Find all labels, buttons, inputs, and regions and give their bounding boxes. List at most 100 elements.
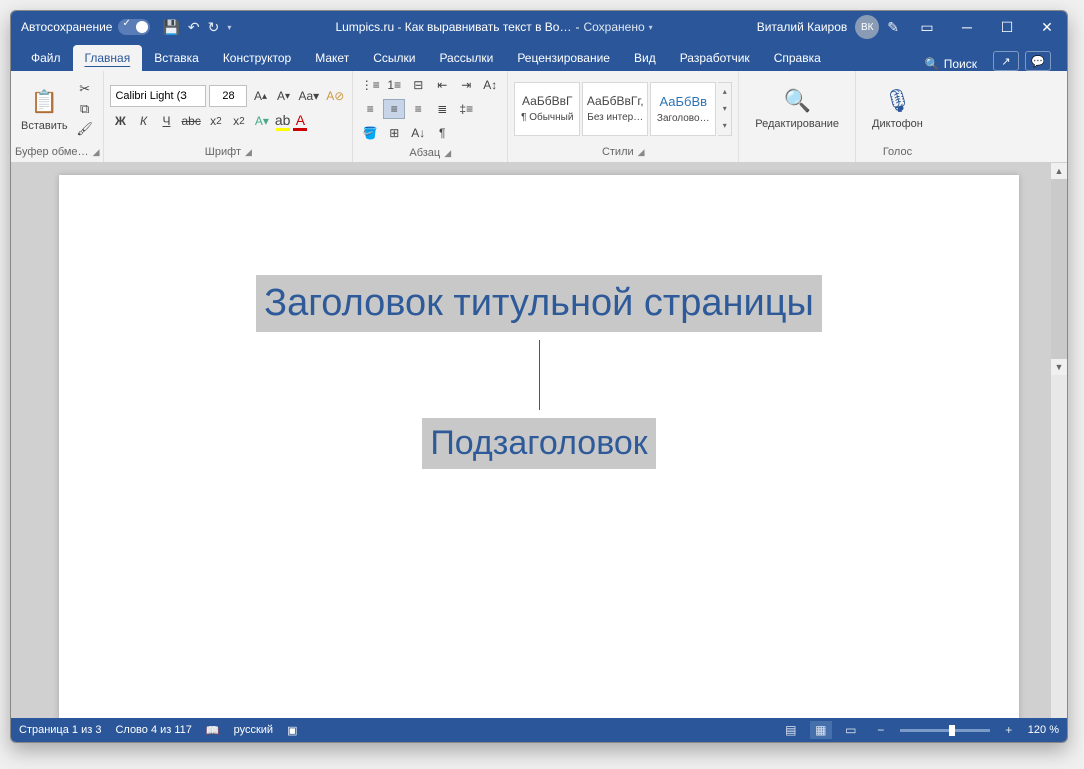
tab-references[interactable]: Ссылки [361,45,427,71]
decrease-indent-icon[interactable]: ⇤ [431,75,453,95]
word-count[interactable]: Слово 4 из 117 [115,724,191,736]
tab-layout[interactable]: Макет [303,45,361,71]
zoom-in-icon[interactable]: + [998,721,1020,739]
format-painter-icon[interactable]: 🖌 [76,121,94,137]
tab-design[interactable]: Конструктор [211,45,303,71]
minimize-button[interactable]: ─ [947,11,987,43]
close-button[interactable]: ✕ [1027,11,1067,43]
maximize-button[interactable]: ☐ [987,11,1027,43]
vertical-scrollbar[interactable]: ▲ ▼ [1051,163,1067,718]
word-window: Автосохранение 💾 ↶ ↻ ▾ Lumpics.ru - Как … [10,10,1068,743]
bullets-icon[interactable]: ⋮≡ [359,75,381,95]
zoom-out-icon[interactable]: − [870,721,892,739]
show-marks-icon[interactable]: ¶ [431,123,453,143]
web-layout-icon[interactable]: ▭ [840,721,862,739]
style-nospacing[interactable]: АаБбВвГг, Без интер… [582,82,648,136]
subscript-icon[interactable]: x2 [206,110,226,132]
ribbon: 📋 Вставить ✂ ⧉ 🖌 Буфер обме…◢ A▴ A▾ Aa▾ … [11,71,1067,163]
avatar[interactable]: ВК [855,15,879,39]
shading-icon[interactable]: 🪣 [359,123,381,143]
autosave-toggle[interactable] [118,19,150,35]
styles-dialog-launcher[interactable]: ◢ [638,147,645,158]
paragraph-sort-icon[interactable]: A↓ [407,123,429,143]
tab-review[interactable]: Рецензирование [505,45,622,71]
tab-developer[interactable]: Разработчик [668,45,762,71]
read-mode-icon[interactable]: ▤ [780,721,802,739]
zoom-level[interactable]: 120 % [1028,724,1059,736]
sort-icon[interactable]: A↕ [479,75,501,95]
style-normal[interactable]: АаБбВвГ ¶ Обычный [514,82,580,136]
mic-icon: 🎙 [883,88,911,114]
user-section[interactable]: Виталий Каиров ВК ✎ [757,15,899,39]
find-icon: 🔍 [783,88,810,114]
bold-button[interactable]: Ж [110,110,130,132]
spellcheck-icon[interactable]: 📖 [206,724,220,737]
strike-button[interactable]: abc [179,110,202,132]
save-icon[interactable]: 💾 [162,19,179,36]
zoom-slider[interactable] [900,729,990,732]
line-spacing-icon[interactable]: ‡≡ [455,99,477,119]
tab-insert[interactable]: Вставка [142,45,211,71]
search[interactable]: 🔍 Поиск [917,57,985,71]
title-dropdown-icon[interactable]: ▾ [649,23,653,32]
document-heading[interactable]: Заголовок титульной страницы [256,275,822,332]
scroll-down-icon[interactable]: ▼ [1051,359,1067,375]
search-icon: 🔍 [925,57,940,71]
page[interactable]: Заголовок титульной страницы Подзаголово… [59,175,1019,718]
print-layout-icon[interactable]: ▦ [810,721,832,739]
highlight-color-icon[interactable]: ab [275,112,291,131]
macro-record-icon[interactable]: ▣ [287,724,297,737]
font-name-select[interactable] [110,85,206,107]
shrink-font-icon[interactable]: A▾ [273,85,293,107]
share-button[interactable]: ↗ [993,51,1019,71]
user-name: Виталий Каиров [757,20,848,34]
search-label: Поиск [944,57,977,71]
draw-icon[interactable]: ✎ [887,19,899,36]
group-editing: 🔍 Редактирование [739,71,856,162]
text-effects-icon[interactable]: A▾ [252,110,272,132]
clipboard-dialog-launcher[interactable]: ◢ [93,147,100,158]
superscript-icon[interactable]: x2 [229,110,249,132]
grow-font-icon[interactable]: A▴ [250,85,270,107]
tab-view[interactable]: Вид [622,45,668,71]
qat-customize-icon[interactable]: ▾ [227,23,231,32]
font-dialog-launcher[interactable]: ◢ [245,147,252,158]
autosave[interactable]: Автосохранение [21,19,150,35]
numbering-icon[interactable]: 1≡ [383,75,405,95]
undo-icon[interactable]: ↶ [188,19,200,36]
paste-button[interactable]: 📋 Вставить [17,82,72,136]
paragraph-dialog-launcher[interactable]: ◢ [444,148,451,159]
align-center-icon[interactable]: ≡ [383,99,405,119]
underline-button[interactable]: Ч [156,110,176,132]
copy-icon[interactable]: ⧉ [76,101,94,117]
clear-formatting-icon[interactable]: A⊘ [324,85,346,107]
styles-expand[interactable]: ▴▾▾ [718,82,732,136]
scroll-up-icon[interactable]: ▲ [1051,163,1067,179]
page-indicator[interactable]: Страница 1 из 3 [19,724,101,736]
borders-icon[interactable]: ⊞ [383,123,405,143]
tab-file[interactable]: Файл [19,45,73,71]
italic-button[interactable]: К [133,110,153,132]
redo-icon[interactable]: ↻ [208,19,220,36]
clipboard-label: Буфер обме… [15,146,89,158]
dictate-button[interactable]: 🎙 Диктофон [862,84,933,134]
document-subheading[interactable]: Подзаголовок [422,418,655,469]
comments-button[interactable]: 💬 [1025,51,1051,71]
cut-icon[interactable]: ✂ [76,81,94,97]
tab-help[interactable]: Справка [762,45,833,71]
editing-button[interactable]: 🔍 Редактирование [745,84,849,134]
align-right-icon[interactable]: ≡ [407,99,429,119]
font-size-select[interactable] [209,85,247,107]
font-color-icon[interactable]: A [293,112,307,131]
align-left-icon[interactable]: ≡ [359,99,381,119]
change-case-icon[interactable]: Aa▾ [296,85,321,107]
multilevel-icon[interactable]: ⊟ [407,75,429,95]
language-indicator[interactable]: русский [234,724,273,736]
style-heading1[interactable]: АаБбВв Заголово… [650,82,716,136]
tab-home[interactable]: Главная [73,45,143,71]
scroll-thumb[interactable] [1051,179,1067,359]
ribbon-display-icon[interactable]: ▭ [907,11,947,43]
increase-indent-icon[interactable]: ⇥ [455,75,477,95]
justify-icon[interactable]: ≣ [431,99,453,119]
tab-mailings[interactable]: Рассылки [427,45,505,71]
